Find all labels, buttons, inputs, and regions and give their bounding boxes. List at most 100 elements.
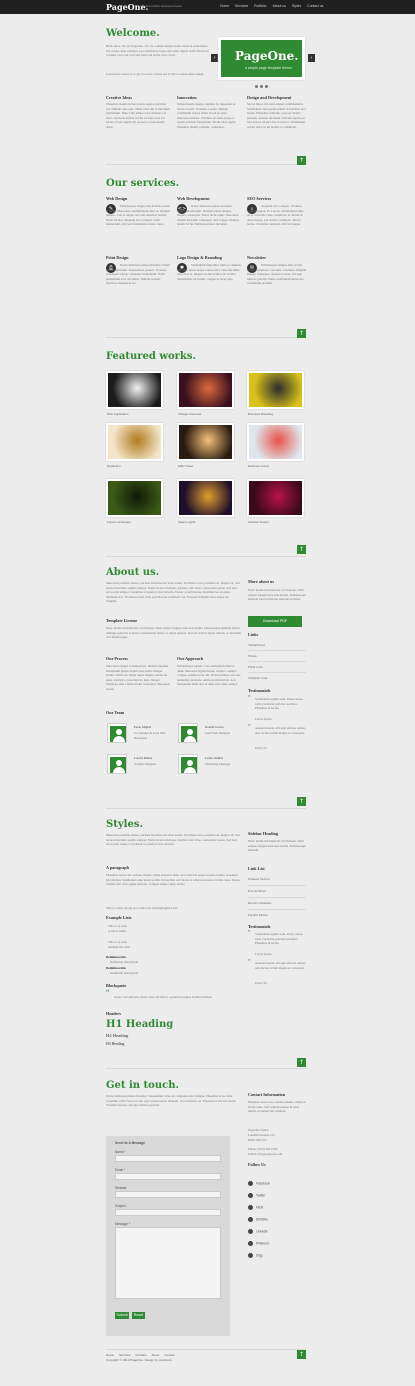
- nav-styles[interactable]: Styles: [292, 4, 301, 8]
- welcome-intro-2: Learn more about us or get in touch. Cur…: [106, 72, 205, 76]
- submit-button[interactable]: Submit: [115, 1312, 129, 1319]
- footer-link[interactable]: Services: [119, 1353, 131, 1357]
- testimonials-title: Testimonials: [248, 924, 271, 929]
- social-facebook[interactable]: Facebook: [248, 1181, 270, 1186]
- top-navbar: PageOne. a customizable business theme H…: [0, 0, 415, 14]
- service-title: Web Design: [106, 196, 128, 201]
- form-title: Send Us A Message: [115, 1141, 146, 1145]
- portfolio-thumbnail[interactable]: [106, 423, 163, 461]
- portfolio-thumbnail[interactable]: [247, 423, 304, 461]
- slider-dot[interactable]: [260, 85, 263, 88]
- team-member-name: Ronald Garcia: [205, 725, 224, 729]
- social-dribbble[interactable]: Dribbble: [248, 1217, 268, 1222]
- email-field[interactable]: [115, 1173, 221, 1180]
- definition-title: Definition title: [106, 955, 126, 959]
- sidebar-link[interactable]: ThemeForest: [248, 643, 265, 647]
- nav-portfolio[interactable]: Portfolio: [254, 4, 266, 8]
- social-label: Facebook: [256, 1181, 270, 1186]
- twitter-icon: [248, 1193, 253, 1198]
- social-twitter[interactable]: Twitter: [248, 1193, 265, 1198]
- list-item: This is an item: [108, 940, 127, 944]
- social-flickr[interactable]: Flickr: [248, 1205, 264, 1210]
- paragraph-title: A paragraph: [106, 865, 129, 870]
- social-pinterest[interactable]: Pinterest: [248, 1241, 269, 1246]
- social-label: Digg: [256, 1253, 263, 1258]
- section-divider: [106, 1068, 306, 1069]
- subject-field[interactable]: [115, 1209, 221, 1216]
- back-to-top-button[interactable]: ↑: [297, 329, 306, 338]
- sidebar-link[interactable]: Template Code: [248, 676, 267, 680]
- follow-title: Follow Us: [248, 1162, 266, 1167]
- portfolio-thumbnail[interactable]: [177, 371, 234, 409]
- portfolio-thumbnail[interactable]: [247, 479, 304, 517]
- sidebar-link[interactable]: Envato: [248, 654, 257, 658]
- back-to-top-button[interactable]: ↑: [297, 156, 306, 165]
- sidebar-heading: Sidebar Heading: [248, 831, 279, 836]
- field-label: Email *: [115, 1168, 126, 1172]
- quote-icon: “: [248, 930, 251, 936]
- portfolio-thumbnail[interactable]: [177, 479, 234, 517]
- testimonial-quote: Vestibulum sagittis sem. Proin cursus ve…: [255, 932, 303, 946]
- sidebar-link[interactable]: Recent Comments: [248, 901, 271, 905]
- portfolio-caption: Vintage Cameras: [178, 412, 202, 416]
- slider-prev-button[interactable]: ‹: [211, 54, 218, 62]
- welcome-col-title: Design and Development: [247, 95, 292, 100]
- divider: [248, 672, 306, 673]
- service-text: Vestibulum imperdiet, nulla ac dapibus u…: [177, 263, 241, 281]
- address-line: Landfall Avenue 123: [248, 1133, 275, 1137]
- website-field[interactable]: [115, 1191, 221, 1198]
- nav-services[interactable]: Services: [235, 4, 248, 8]
- approach-text: Pellentesque sapien. Cras elementum ultr…: [177, 664, 241, 687]
- approach-title: Our Approach: [177, 656, 204, 661]
- portfolio-caption: Forest Landscape: [107, 520, 132, 524]
- about-subtitle: Template License: [106, 618, 138, 623]
- slider-next-button[interactable]: ›: [308, 54, 315, 62]
- divider: [248, 897, 306, 898]
- slider-title: PageOne.: [235, 49, 299, 63]
- portfolio-thumbnail[interactable]: [247, 371, 304, 409]
- quote-icon: “: [248, 724, 251, 730]
- contact-info-title: Contact Information: [248, 1092, 286, 1097]
- service-title: Print Design: [106, 255, 129, 260]
- slider-dot[interactable]: [255, 85, 258, 88]
- sidebar-link[interactable]: Popular Entries: [248, 913, 268, 917]
- headers-title: Headers: [106, 1011, 121, 1016]
- avatar: [178, 754, 198, 774]
- nav-about[interactable]: About us: [273, 4, 286, 8]
- message-textarea[interactable]: [115, 1227, 221, 1299]
- back-to-top-button[interactable]: ↑: [297, 1058, 306, 1067]
- social-digg[interactable]: Digg: [248, 1253, 263, 1258]
- reset-button[interactable]: Reset: [132, 1312, 145, 1319]
- footer-link[interactable]: Portfolio: [136, 1353, 147, 1357]
- social-linkedin[interactable]: LinkedIn: [248, 1229, 268, 1234]
- back-to-top-button[interactable]: ↑: [297, 545, 306, 554]
- slider-dot[interactable]: [265, 85, 268, 88]
- download-pdf-button[interactable]: Download PDF: [248, 616, 302, 627]
- service-title: Logo Design & Branding: [177, 255, 222, 260]
- field-label: Subject: [115, 1204, 126, 1208]
- service-text: Aliquam erat volutpat. Vivamus sodales s…: [247, 204, 304, 227]
- testimonial-quote: Aenean laoreet, elit eget ultrices ornar…: [255, 726, 306, 735]
- footer-link[interactable]: About: [152, 1353, 160, 1357]
- portfolio-thumbnail[interactable]: [106, 479, 163, 517]
- blockquote-text: Donec sed odio dui. Nulla vitae elit lib…: [114, 995, 213, 999]
- definition-description: Definition description: [110, 971, 139, 975]
- process-title: Our Process: [106, 656, 128, 661]
- portfolio-thumbnail[interactable]: [177, 423, 234, 461]
- sidebar-link[interactable]: Featured Section: [248, 877, 270, 881]
- nav-home[interactable]: Home: [220, 4, 229, 8]
- testimonial-quote: Aenean laoreet, elit eget ultrices ornar…: [255, 961, 306, 970]
- service-text: In hac habitasse platea dictumst. Etiam …: [106, 263, 170, 286]
- sidebar-link[interactable]: Post Archives: [248, 889, 266, 893]
- name-field[interactable]: [115, 1155, 221, 1162]
- about-license-text: Nunc mollis tincidunt mi vel tristique. …: [106, 626, 241, 640]
- portfolio-thumbnail[interactable]: [106, 371, 163, 409]
- nav-contact[interactable]: Contact us: [307, 4, 323, 8]
- sidebar-link[interactable]: Flickr Com: [248, 665, 263, 669]
- back-to-top-button[interactable]: ↑: [297, 1350, 306, 1359]
- back-to-top-button[interactable]: ↑: [297, 797, 306, 806]
- h2-sample: H2 Heading: [106, 1033, 129, 1038]
- footer-link[interactable]: Contact: [164, 1353, 174, 1357]
- footer-link[interactable]: Home: [106, 1353, 114, 1357]
- contact-intro: In hac habitasse platea dictumst. Suspen…: [106, 1094, 237, 1108]
